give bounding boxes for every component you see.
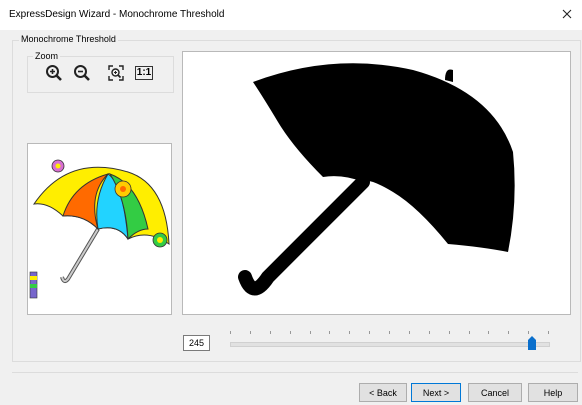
zoom-fit-icon [108, 65, 124, 81]
zoom-label: Zoom [33, 51, 61, 61]
slider-tick [488, 331, 489, 334]
zoom-in-icon [46, 65, 62, 81]
zoom-in-button[interactable] [44, 63, 64, 83]
slider-tick [369, 331, 370, 334]
slider-tick [409, 331, 410, 334]
monochrome-umbrella-image [238, 63, 515, 296]
threshold-value-field[interactable]: 245 [183, 335, 210, 351]
slider-tick [429, 331, 430, 334]
threshold-slider-track[interactable] [230, 342, 550, 347]
help-button[interactable]: Help [528, 383, 578, 402]
slider-tick [290, 331, 291, 334]
slider-tick [250, 331, 251, 334]
zoom-actual-size-icon: 1:1 [134, 66, 154, 80]
window-title: ExpressDesign Wizard - Monochrome Thresh… [9, 9, 225, 20]
zoom-out-icon [74, 65, 90, 81]
back-button[interactable]: < Back [359, 383, 407, 402]
slider-tick [270, 331, 271, 334]
slider-tick [528, 331, 529, 334]
slider-tick [230, 331, 231, 334]
slider-tick [548, 331, 549, 334]
next-button[interactable]: Next > [411, 383, 461, 402]
title-bar: ExpressDesign Wizard - Monochrome Thresh… [0, 0, 582, 30]
zoom-fit-button[interactable] [106, 63, 126, 83]
slider-tick [449, 331, 450, 334]
slider-tick [508, 331, 509, 334]
threshold-slider-thumb[interactable] [527, 336, 536, 350]
slider-tick [469, 331, 470, 334]
cancel-button[interactable]: Cancel [468, 383, 522, 402]
close-icon[interactable] [560, 7, 574, 21]
zoom-out-button[interactable] [72, 63, 92, 83]
zoom-actual-size-button[interactable]: 1:1 [134, 63, 154, 83]
footer-separator [12, 372, 578, 373]
slider-tick [349, 331, 350, 334]
color-umbrella-image [29, 159, 170, 299]
monochrome-preview [182, 51, 571, 315]
slider-tick [329, 331, 330, 334]
group-label: Monochrome Threshold [19, 34, 118, 44]
slider-ticks [230, 331, 549, 335]
original-image-thumbnail [27, 143, 172, 315]
slider-tick [389, 331, 390, 334]
slider-tick [310, 331, 311, 334]
